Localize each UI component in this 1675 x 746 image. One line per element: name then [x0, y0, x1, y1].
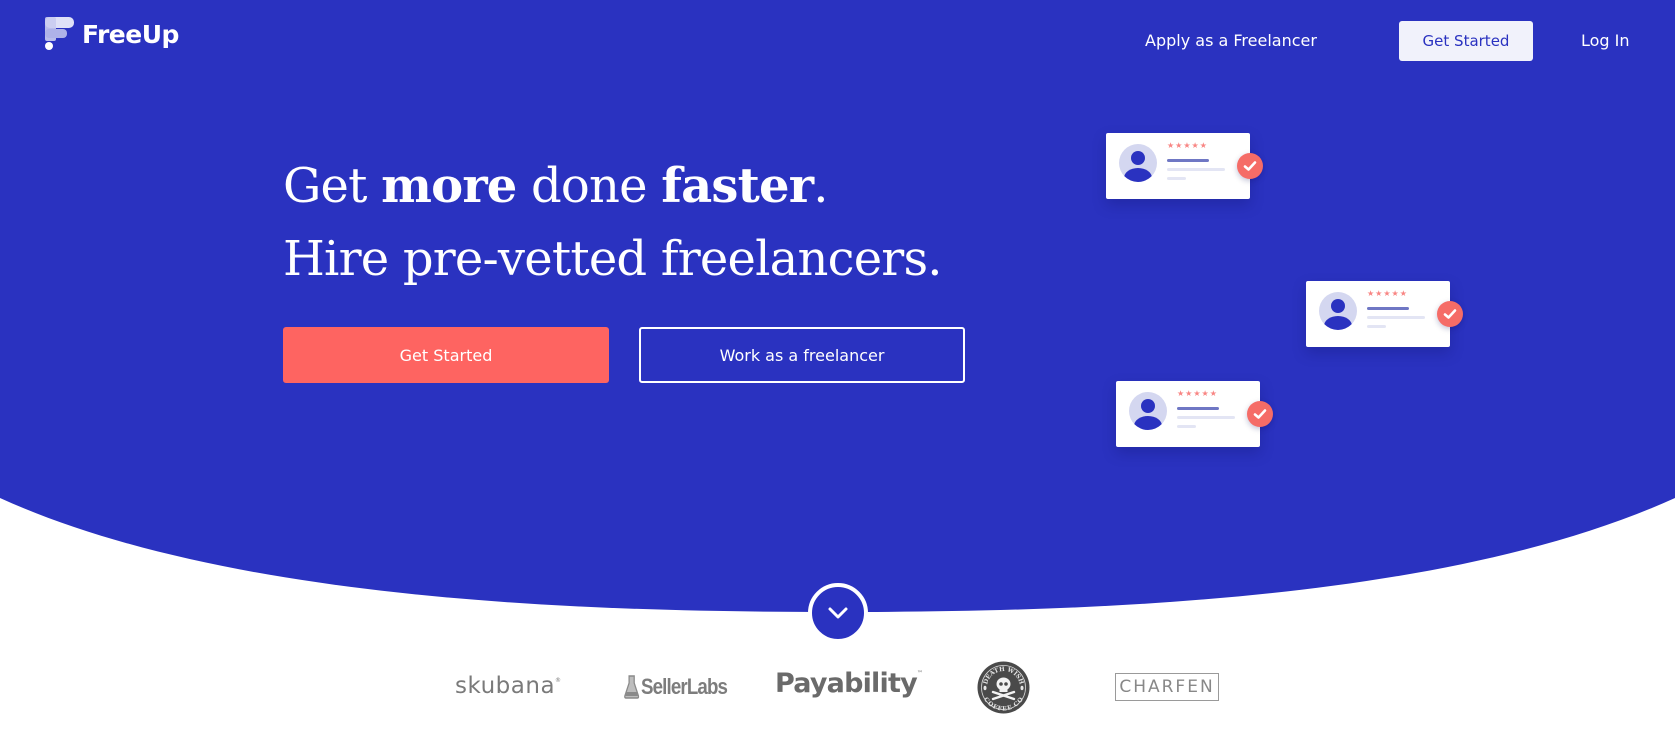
placeholder-line — [1177, 407, 1219, 410]
user-avatar-icon — [1319, 292, 1357, 330]
review-card: ★★★★★ — [1106, 133, 1250, 199]
freeup-f-mark-icon — [44, 17, 76, 51]
headline-line-2: Hire pre-vetted freelancers. — [283, 231, 943, 287]
placeholder-line — [1367, 307, 1409, 310]
chevron-down-icon — [828, 607, 848, 619]
star-rating: ★★★★★ — [1167, 141, 1208, 150]
review-card: ★★★★★ — [1116, 381, 1260, 447]
flask-icon — [624, 675, 640, 699]
apply-as-freelancer-link[interactable]: Apply as a Freelancer — [1145, 31, 1317, 50]
star-rating: ★★★★★ — [1177, 389, 1218, 398]
placeholder-line — [1177, 416, 1235, 419]
placeholder-line — [1177, 425, 1196, 428]
check-icon — [1237, 153, 1263, 179]
client-logo-payability: Payability™ — [775, 668, 923, 699]
client-logo-skubana: skubana® — [455, 673, 562, 699]
check-icon — [1437, 301, 1463, 327]
brand-name: FreeUp — [82, 19, 179, 49]
get-started-button[interactable]: Get Started — [283, 327, 609, 383]
scroll-down-button[interactable] — [808, 583, 868, 643]
freeup-logo[interactable]: FreeUp — [44, 17, 179, 51]
user-avatar-icon — [1119, 144, 1157, 182]
review-card: ★★★★★ — [1306, 281, 1450, 347]
user-avatar-icon — [1129, 392, 1167, 430]
log-in-link[interactable]: Log In — [1581, 31, 1630, 50]
placeholder-line — [1167, 168, 1225, 171]
client-logo-death-wish-coffee: DEATH WISH COFFEE CO — [977, 661, 1030, 714]
check-icon — [1247, 401, 1273, 427]
placeholder-line — [1367, 316, 1425, 319]
star-rating: ★★★★★ — [1367, 289, 1408, 298]
placeholder-line — [1167, 177, 1186, 180]
hero-headline: Get more done faster. Hire pre-vetted fr… — [283, 150, 943, 296]
headline-line-1: Get more done faster. — [283, 158, 828, 214]
work-as-freelancer-button[interactable]: Work as a freelancer — [639, 327, 965, 383]
client-logo-charfen: CHARFEN — [1115, 673, 1219, 701]
placeholder-line — [1367, 325, 1386, 328]
nav-get-started-button[interactable]: Get Started — [1399, 21, 1533, 61]
placeholder-line — [1167, 159, 1209, 162]
client-logo-sellerlabs: SellerLabs — [624, 674, 728, 700]
